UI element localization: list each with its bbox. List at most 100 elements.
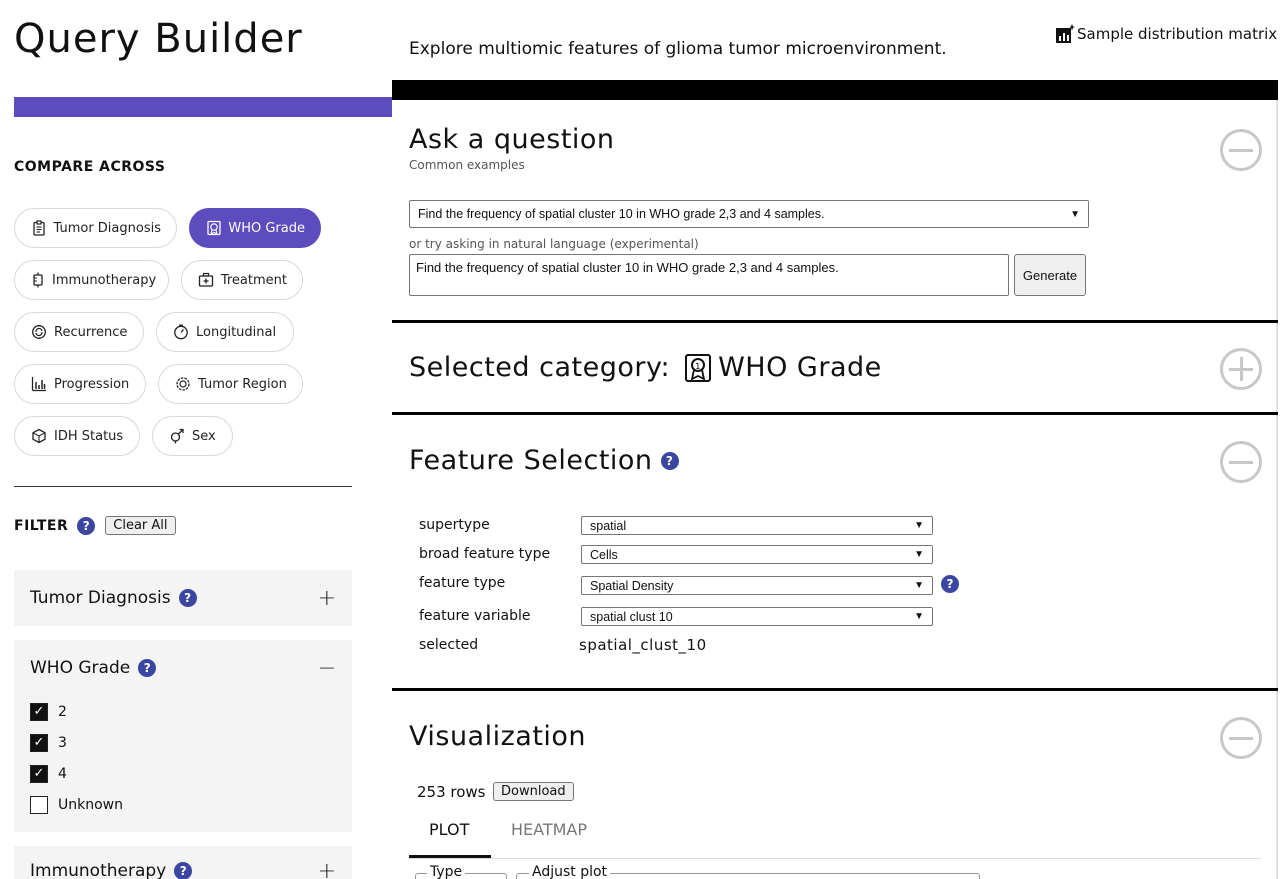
supertype-select[interactable]: spatial ▼ bbox=[581, 516, 933, 535]
chip-tumor-diagnosis[interactable]: Tumor Diagnosis bbox=[14, 208, 177, 248]
section-divider bbox=[392, 412, 1278, 415]
chip-label: Tumor Region bbox=[198, 376, 287, 392]
chip-progression[interactable]: Progression bbox=[14, 364, 146, 404]
chevron-down-icon: ▼ bbox=[914, 580, 924, 591]
nl-caption: or try asking in natural language (exper… bbox=[409, 237, 699, 251]
chip-label: Immunotherapy bbox=[52, 272, 157, 288]
feature-selection-title: Feature Selection ? bbox=[409, 445, 679, 476]
checkbox-label: 3 bbox=[58, 734, 67, 751]
feature-selection-label: Feature Selection bbox=[409, 445, 653, 476]
accordion-tumor-diagnosis[interactable]: Tumor Diagnosis ? + bbox=[14, 570, 352, 626]
feature-type-select[interactable]: Spatial Density ▼ bbox=[581, 576, 933, 595]
accordion-immunotherapy[interactable]: Immunotherapy ? + bbox=[14, 846, 352, 879]
select-value: Spatial Density bbox=[590, 578, 674, 593]
broad-feature-type-select[interactable]: Cells ▼ bbox=[581, 545, 933, 564]
chip-immunotherapy[interactable]: Immunotherapy bbox=[14, 260, 169, 300]
ask-question-title: Ask a question bbox=[409, 124, 615, 155]
chip-label: Sex bbox=[192, 428, 216, 444]
tagline: Explore multiomic features of glioma tum… bbox=[409, 39, 947, 59]
sidebar-divider bbox=[14, 486, 352, 487]
plus-icon[interactable]: + bbox=[318, 586, 336, 611]
collapse-ask-button[interactable] bbox=[1220, 129, 1262, 171]
tab-divider bbox=[409, 858, 1261, 859]
svg-text:1: 1 bbox=[695, 362, 701, 371]
example-question-select[interactable]: Find the frequency of spatial cluster 10… bbox=[409, 200, 1089, 228]
compare-across-title: COMPARE ACROSS bbox=[14, 159, 166, 175]
help-icon[interactable]: ? bbox=[660, 451, 679, 470]
chevron-down-icon: ▼ bbox=[914, 611, 924, 622]
chevron-down-icon: ▼ bbox=[914, 549, 924, 560]
chevron-down-icon: ▼ bbox=[914, 520, 924, 531]
checkbox-label: 2 bbox=[58, 703, 67, 720]
sample-matrix-link[interactable]: Sample distribution matrix bbox=[1055, 24, 1277, 44]
checkbox-row[interactable]: ✓ 2 bbox=[14, 696, 352, 727]
section-divider bbox=[392, 688, 1278, 691]
selected-category: Selected category: 1 WHO Grade bbox=[409, 352, 882, 383]
select-value: Cells bbox=[590, 547, 618, 562]
checkbox-row[interactable]: ✓ 3 bbox=[14, 727, 352, 758]
feature-variable-select[interactable]: spatial clust 10 ▼ bbox=[581, 607, 933, 626]
minus-icon[interactable]: − bbox=[318, 656, 336, 681]
broad-feature-type-label: broad feature type bbox=[419, 546, 551, 562]
checkbox-checked[interactable]: ✓ bbox=[30, 733, 48, 752]
plus-icon[interactable]: + bbox=[318, 859, 336, 879]
adjust-plot-legend: Adjust plot bbox=[529, 864, 611, 879]
checkbox-unchecked[interactable] bbox=[30, 795, 48, 814]
selected-feature-value: spatial_clust_10 bbox=[579, 636, 707, 654]
timer-icon bbox=[172, 323, 190, 341]
tab-heatmap[interactable]: HEATMAP bbox=[511, 820, 587, 839]
collapse-features-button[interactable] bbox=[1220, 441, 1262, 483]
help-icon[interactable]: ? bbox=[138, 659, 157, 677]
chip-label: Longitudinal bbox=[196, 324, 277, 340]
bar-chart-icon bbox=[30, 375, 48, 393]
checkbox-checked[interactable]: ✓ bbox=[30, 702, 48, 721]
help-icon[interactable]: ? bbox=[77, 516, 96, 535]
download-button[interactable]: Download bbox=[493, 782, 574, 801]
help-icon[interactable]: ? bbox=[178, 589, 197, 607]
examples-caption: Common examples bbox=[409, 158, 525, 172]
clipboard-icon bbox=[30, 219, 48, 237]
chip-tumor-region[interactable]: Tumor Region bbox=[158, 364, 303, 404]
feature-variable-label: feature variable bbox=[419, 608, 531, 624]
row-count: 253 rows bbox=[417, 783, 486, 801]
accent-bar bbox=[14, 97, 392, 117]
accordion-label: Tumor Diagnosis bbox=[30, 588, 171, 608]
chip-longitudinal[interactable]: Longitudinal bbox=[156, 312, 294, 352]
accordion-header[interactable]: WHO Grade ? − bbox=[14, 640, 352, 696]
gender-icon bbox=[168, 427, 186, 445]
section-divider bbox=[392, 320, 1278, 323]
clear-all-button[interactable]: Clear All bbox=[105, 516, 176, 535]
chip-treatment[interactable]: Treatment bbox=[181, 260, 303, 300]
tab-plot[interactable]: PLOT bbox=[429, 820, 469, 839]
feature-type-label: feature type bbox=[419, 575, 506, 591]
chip-idh-status[interactable]: IDH Status bbox=[14, 416, 140, 456]
chip-who-grade[interactable]: WHO Grade bbox=[189, 208, 321, 248]
chip-recurrence[interactable]: Recurrence bbox=[14, 312, 144, 352]
checkbox-label: Unknown bbox=[58, 796, 123, 813]
help-icon[interactable]: ? bbox=[941, 575, 959, 593]
nl-question-input[interactable]: Find the frequency of spatial cluster 10… bbox=[409, 254, 1009, 296]
checkbox-label: 4 bbox=[58, 765, 67, 782]
generate-button[interactable]: Generate bbox=[1014, 254, 1086, 296]
selected-label: selected bbox=[419, 637, 479, 653]
chart-sparkle-icon bbox=[1055, 24, 1075, 44]
chevron-down-icon: ▼ bbox=[1070, 208, 1080, 220]
supertype-label: supertype bbox=[419, 517, 490, 533]
cube-icon bbox=[30, 427, 48, 445]
sample-matrix-label: Sample distribution matrix bbox=[1077, 25, 1278, 43]
chip-label: IDH Status bbox=[54, 428, 124, 444]
checkbox-checked[interactable]: ✓ bbox=[30, 764, 48, 783]
recurrence-icon bbox=[30, 323, 48, 341]
expand-category-button[interactable] bbox=[1220, 348, 1262, 390]
select-value: Find the frequency of spatial cluster 10… bbox=[418, 207, 825, 221]
help-icon[interactable]: ? bbox=[174, 862, 193, 879]
checkbox-row[interactable]: Unknown bbox=[14, 789, 352, 820]
chip-sex[interactable]: Sex bbox=[152, 416, 233, 456]
type-legend: Type bbox=[427, 864, 466, 879]
medical-kit-icon bbox=[197, 271, 215, 289]
gear-region-icon bbox=[174, 375, 192, 393]
checkbox-row[interactable]: ✓ 4 bbox=[14, 758, 352, 789]
chip-label: Tumor Diagnosis bbox=[53, 220, 162, 236]
collapse-visualization-button[interactable] bbox=[1220, 717, 1262, 759]
visualization-title: Visualization bbox=[409, 721, 587, 752]
